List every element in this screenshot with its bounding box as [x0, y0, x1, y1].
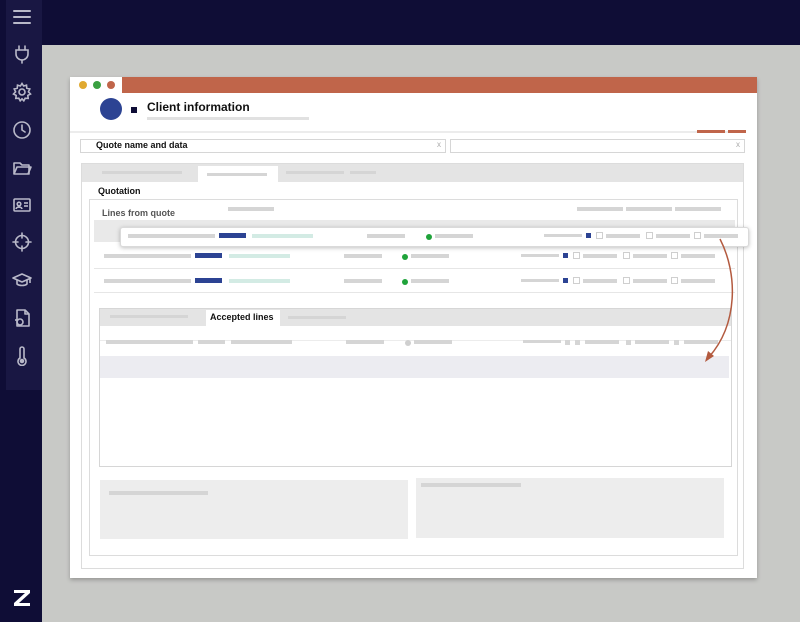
- plug-icon[interactable]: [10, 42, 34, 66]
- lines-box: Lines from quote Accepted lines: [89, 199, 738, 556]
- window-titlebar: [70, 77, 757, 93]
- column-header[interactable]: [626, 207, 672, 211]
- accepted-lines-panel: Accepted lines: [99, 308, 732, 467]
- lines-from-quote-title: Lines from quote: [102, 208, 176, 218]
- page-subtitle-placeholder: [147, 117, 309, 120]
- maximize-dot[interactable]: [93, 81, 101, 89]
- header-action-1[interactable]: [697, 130, 725, 133]
- drag-arrow-icon: [705, 238, 734, 362]
- quote-name-field[interactable]: Quote name and data x: [80, 139, 446, 153]
- titlebar-accent: [122, 77, 757, 93]
- tab-strip: [82, 164, 743, 182]
- brand-logo-icon[interactable]: [12, 588, 32, 608]
- row-divider: [94, 268, 735, 269]
- crosshair-icon[interactable]: [10, 230, 34, 254]
- header-action-2[interactable]: [728, 130, 746, 133]
- clear-icon[interactable]: x: [437, 140, 441, 149]
- menu-icon[interactable]: [10, 5, 34, 29]
- document-icon[interactable]: [10, 306, 34, 330]
- quotation-title: Quotation: [98, 186, 141, 196]
- tab-placeholder[interactable]: [350, 171, 376, 174]
- summary-card: [100, 480, 408, 539]
- minimize-dot[interactable]: [79, 81, 87, 89]
- accepted-tab-strip: Accepted lines: [100, 309, 731, 326]
- row-divider: [94, 292, 735, 293]
- tab-placeholder[interactable]: [110, 315, 188, 318]
- clock-icon[interactable]: [10, 118, 34, 142]
- sidebar: [0, 0, 42, 622]
- tab-accepted-lines[interactable]: Accepted lines: [206, 310, 280, 326]
- id-card-icon[interactable]: [10, 193, 34, 217]
- avatar: [100, 98, 122, 120]
- header-divider: [70, 131, 746, 133]
- dragged-row[interactable]: [120, 227, 749, 247]
- column-header[interactable]: [577, 207, 623, 211]
- column-header[interactable]: [675, 207, 721, 211]
- close-dot[interactable]: [107, 81, 115, 89]
- tab-active[interactable]: [198, 166, 278, 182]
- tab-placeholder[interactable]: [288, 316, 346, 319]
- folder-icon[interactable]: [10, 156, 34, 180]
- graduation-cap-icon[interactable]: [10, 268, 34, 292]
- top-bar: [0, 0, 800, 45]
- page-title: Client information: [147, 100, 250, 114]
- tab-placeholder[interactable]: [102, 171, 182, 174]
- tab-placeholder[interactable]: [286, 171, 344, 174]
- quote-data-field[interactable]: x: [450, 139, 745, 153]
- summary-card: [416, 478, 724, 538]
- thermometer-icon[interactable]: [10, 344, 34, 368]
- clear-icon[interactable]: x: [736, 140, 740, 149]
- drop-target-row[interactable]: [100, 356, 729, 378]
- header-placeholder: [228, 207, 274, 211]
- accepted-tab-label: Accepted lines: [210, 312, 274, 322]
- header-bullet: [131, 107, 137, 113]
- quote-name-label: Quote name and data: [96, 140, 188, 150]
- app-window: Client information Quote name and data x…: [70, 77, 757, 578]
- quotation-panel: Quotation Lines from quote Accepted line…: [81, 163, 744, 569]
- gear-icon[interactable]: [10, 80, 34, 104]
